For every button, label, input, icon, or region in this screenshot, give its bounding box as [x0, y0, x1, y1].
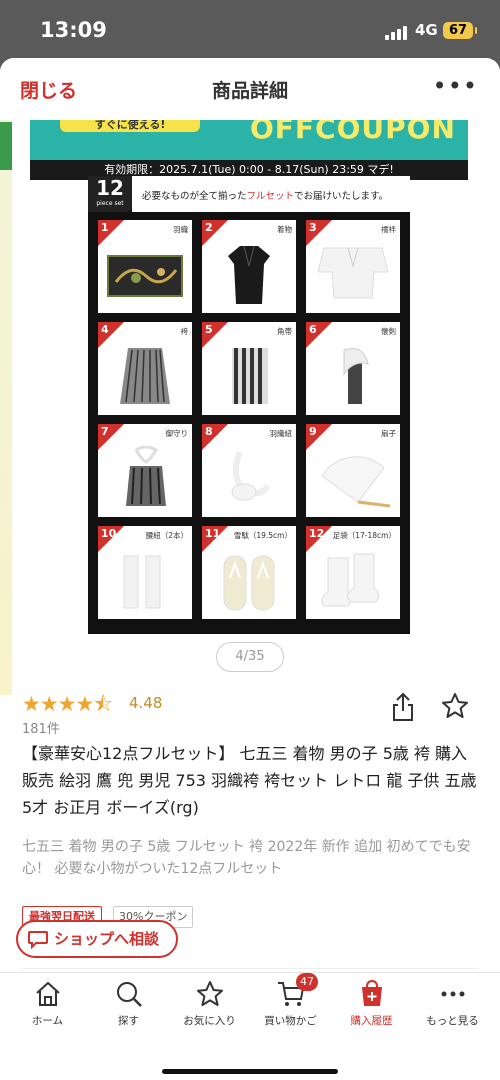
favorite-star-icon[interactable] [441, 692, 469, 720]
previous-image-edge [0, 120, 12, 695]
set-item: 4袴 [98, 322, 192, 415]
tabi-illustration [321, 553, 380, 607]
haori-himo-illustration [231, 450, 271, 501]
signal-icon [385, 24, 409, 40]
set-count-sub: piece set [96, 200, 124, 207]
nav-search[interactable]: 探す [87, 979, 170, 1028]
nav-more[interactable]: もっと見る [411, 979, 494, 1028]
kakuobi-illustration [232, 348, 268, 404]
set-item: 8 羽織紐 [202, 424, 296, 517]
set-item: 7 御守り [98, 424, 192, 517]
nav-favorites[interactable]: お気に入り [168, 979, 251, 1028]
more-options-button[interactable]: ••• [433, 72, 478, 100]
search-icon [116, 982, 142, 1007]
kaiken-illustration [343, 348, 369, 404]
product-detail-sheet: 閉じる 商品詳細 ••• すぐに使える! OFFCOUPON 有効期限：2025… [0, 58, 500, 1080]
rating-value: 4.48 [129, 694, 163, 712]
sensu-illustration [321, 456, 391, 508]
set-item: 11 雪駄（19.5cm） [202, 526, 296, 619]
image-page-indicator: 4/35 [216, 642, 284, 672]
review-count[interactable]: 181件 [22, 718, 60, 737]
set-item: 5 角帯 [202, 322, 296, 415]
status-bar: 13:09 4G 67 [0, 0, 500, 58]
hakama-illustration [120, 348, 170, 404]
coupon-strip-text: すぐに使える! [60, 120, 200, 132]
kimono-illustration [228, 245, 270, 304]
page-title: 商品詳細 [211, 80, 288, 102]
status-time: 13:09 [40, 18, 107, 42]
bottom-navigation: ホーム 探す お気に入り 47 買い物かご 購入履歴 もっと見る [0, 972, 500, 1080]
share-icon[interactable] [390, 692, 416, 722]
haori-illustration [107, 255, 183, 297]
nav-history[interactable]: 購入履歴 [330, 979, 413, 1028]
product-title: 【豪華安心12点フルセット】 七五三 着物 男の子 5歳 袴 購入 販売 絵羽 … [22, 744, 477, 817]
nav-home[interactable]: ホーム [6, 979, 89, 1028]
home-icon [35, 981, 60, 1006]
product-catch-copy: 七五三 着物 男の子 5歳 フルセット 袴 2022年 新作 追加 初めてでも安… [22, 839, 471, 877]
coupon-headline: OFFCOUPON [250, 120, 456, 145]
set-item: 10 腰紐（2本） [98, 526, 192, 619]
home-indicator [162, 1069, 338, 1074]
set-item: 2 着物 [202, 220, 296, 313]
set-item: 12 足袋（17-18cm） [306, 526, 400, 619]
battery-icon: 67 [443, 22, 477, 39]
more-dots-icon [441, 991, 464, 997]
star-icon [196, 981, 223, 1006]
nav-cart[interactable]: 47 買い物かご [249, 973, 332, 1028]
juban-illustration [317, 247, 389, 299]
set-count-badge: 12 piece set [88, 176, 132, 212]
setta-illustration [223, 555, 275, 611]
set-item: 6 懐剣 [306, 322, 400, 415]
product-image[interactable]: 12 piece set 必要なものが全て揃ったフルセットでお届けいたします。 … [88, 176, 410, 634]
set-item: 1 羽織 [98, 220, 192, 313]
sheet-header: 閉じる 商品詳細 ••• [0, 58, 500, 120]
divider [22, 968, 478, 969]
shop-consult-label: ショップへ相談 [54, 930, 160, 948]
purchase-history-icon [361, 979, 382, 1006]
chat-icon [28, 931, 48, 949]
cart-count-badge: 47 [296, 973, 318, 991]
shop-consult-button[interactable]: ショップへ相談 [16, 920, 178, 958]
omamori-illustration [126, 446, 166, 506]
koshihimo-illustration [123, 555, 161, 609]
image-caption: 必要なものが全て揃ったフルセットでお届けいたします。 [142, 191, 389, 202]
coupon-banner: すぐに使える! OFFCOUPON [30, 120, 468, 160]
set-count: 12 [96, 176, 124, 200]
set-item: 9 扇子 [306, 424, 400, 517]
network-type: 4G [415, 21, 438, 39]
set-item: 3 襦袢 [306, 220, 400, 313]
